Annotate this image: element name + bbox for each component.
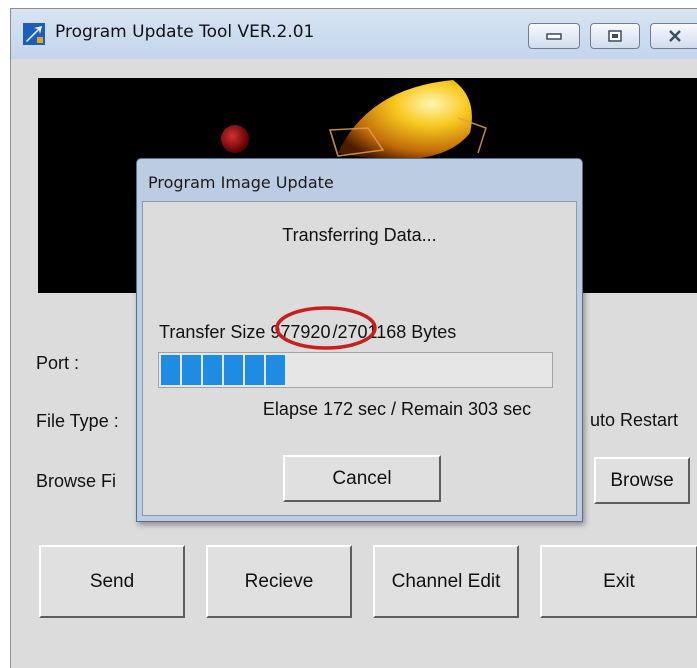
minimize-icon	[546, 33, 562, 40]
close-button[interactable]	[650, 23, 697, 49]
elapsed-time-text: Elapse 172 sec / Remain 303 sec	[262, 399, 532, 419]
dialog-body: Transferring Data... Transfer Size 97792…	[142, 201, 577, 516]
port-label: Port :	[36, 353, 80, 373]
close-icon	[668, 30, 681, 42]
maximize-button[interactable]	[590, 23, 640, 49]
cancel-button[interactable]: Cancel	[283, 455, 441, 502]
progress-segment	[266, 355, 285, 385]
app-arrow-icon	[23, 23, 45, 45]
status-text: Transferring Data...	[282, 225, 437, 245]
channel-edit-button[interactable]: Channel Edit	[373, 545, 519, 618]
file-type-label: File Type :	[36, 411, 119, 431]
auto-restart-label[interactable]: uto Restart	[590, 410, 678, 431]
transfer-size-label: Transfer Size	[159, 322, 266, 342]
dialog-title: Program Image Update	[148, 173, 334, 192]
maximize-icon	[608, 30, 622, 42]
progress-fill	[161, 355, 285, 385]
progress-segment	[245, 355, 264, 385]
progress-bar	[158, 352, 553, 388]
annotation-circle	[275, 306, 377, 350]
transfer-unit: Bytes	[411, 322, 457, 342]
title-bar[interactable]: Program Update Tool VER.2.01	[11, 9, 697, 59]
progress-segment	[182, 355, 201, 385]
exit-button[interactable]: Exit	[540, 545, 697, 618]
receive-button[interactable]: Recieve	[206, 545, 352, 618]
browse-file-label: Browse Fi	[36, 471, 117, 491]
progress-segment	[203, 355, 222, 385]
progress-segment	[161, 355, 180, 385]
progress-segment	[224, 355, 243, 385]
window-title: Program Update Tool VER.2.01	[55, 22, 315, 42]
send-button[interactable]: Send	[39, 545, 185, 618]
minimize-button[interactable]	[528, 23, 580, 49]
browse-button[interactable]: Browse	[594, 457, 690, 504]
